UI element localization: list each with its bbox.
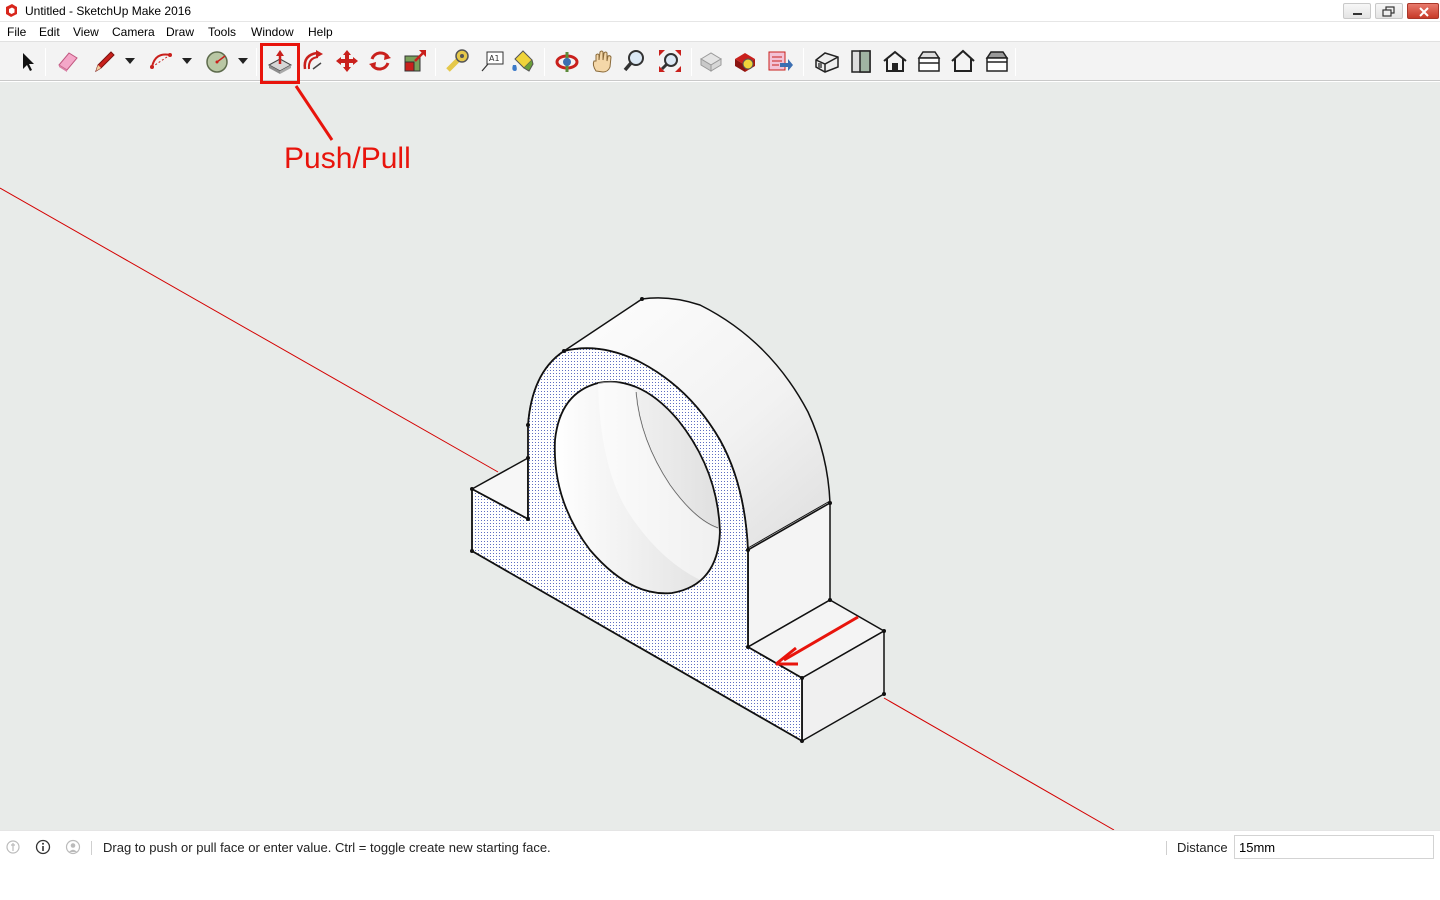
measurements-input[interactable] (1234, 835, 1434, 859)
maximize-button[interactable] (1375, 3, 1403, 19)
right-view-icon (917, 51, 941, 72)
user-icon[interactable] (65, 839, 81, 855)
toolbar-separator (45, 48, 46, 76)
zoom-extents-icon (659, 50, 681, 72)
minimize-button[interactable] (1343, 3, 1371, 19)
warehouse-icon (700, 52, 722, 72)
zoom-icon (623, 50, 644, 72)
large-toolset-toolbar: A1 (0, 41, 1440, 81)
back-view-button[interactable] (949, 47, 977, 75)
menu-bar: File Edit View Camera Draw Tools Window … (0, 22, 1440, 41)
push-pull-highlight (260, 43, 300, 84)
front-view-button[interactable] (847, 47, 875, 75)
right-view-button[interactable] (915, 47, 943, 75)
close-button[interactable] (1407, 3, 1439, 19)
menu-camera[interactable]: Camera (112, 25, 155, 39)
pan-icon (592, 50, 612, 73)
menu-help[interactable]: Help (308, 25, 333, 39)
front-view-icon (851, 50, 871, 73)
circle-icon (206, 51, 228, 73)
scale-icon (404, 50, 426, 72)
orbit-tool-button[interactable] (553, 47, 581, 75)
left-view-icon (985, 51, 1009, 72)
menu-view[interactable]: View (73, 25, 99, 39)
left-view-button[interactable] (983, 47, 1011, 75)
measurements-label: Distance (1177, 840, 1228, 855)
3d-warehouse-button[interactable] (697, 47, 725, 75)
paint-bucket-icon (512, 50, 534, 72)
info-icon[interactable] (35, 839, 51, 855)
send-to-layout-button[interactable] (766, 47, 794, 75)
text-tool-button[interactable]: A1 (478, 47, 506, 75)
rotate-icon (369, 51, 391, 71)
text-label-icon: A1 (481, 51, 504, 72)
tape-measure-tool-button[interactable] (443, 47, 471, 75)
arc-icon (150, 53, 172, 69)
annotation-leader-line (294, 85, 334, 141)
sketchup-window: Untitled - SketchUp Make 2016 File Edit … (0, 0, 1440, 900)
menu-window[interactable]: Window (251, 25, 294, 39)
arc-tool-button[interactable] (147, 47, 175, 75)
title-bar: Untitled - SketchUp Make 2016 (0, 0, 1440, 22)
follow-me-tool-button[interactable] (299, 47, 327, 75)
menu-draw[interactable]: Draw (166, 25, 194, 39)
eraser-icon (58, 52, 78, 72)
drawing-viewport[interactable] (0, 82, 1440, 830)
toolbar-separator (256, 48, 257, 76)
push-pull-annotation: Push/Pull (284, 142, 411, 175)
tape-measure-icon (446, 49, 469, 72)
extension-warehouse-icon (735, 53, 755, 72)
chevron-down-icon[interactable] (181, 56, 193, 66)
menu-file[interactable]: File (7, 25, 26, 39)
sketchup-logo-icon (6, 4, 17, 17)
send-to-layout-icon (768, 51, 793, 71)
status-message: Drag to push or pull face or enter value… (103, 840, 551, 855)
select-tool-button[interactable] (13, 47, 41, 75)
top-view-icon (883, 50, 907, 72)
red-axis (0, 187, 499, 473)
toolbar-separator (435, 48, 436, 76)
line-tool-button[interactable] (91, 47, 119, 75)
model-canvas (0, 85, 1115, 830)
pencil-icon (95, 51, 115, 73)
menu-edit[interactable]: Edit (39, 25, 60, 39)
status-bar: Drag to push or pull face or enter value… (0, 830, 1440, 864)
zoom-tool-button[interactable] (621, 47, 649, 75)
svg-text:A1: A1 (489, 54, 500, 63)
maximize-icon (1382, 6, 1395, 17)
geo-location-icon[interactable] (5, 839, 21, 855)
move-tool-button[interactable] (333, 47, 361, 75)
minimize-icon (1353, 13, 1362, 15)
iso-view-icon (815, 52, 839, 73)
chevron-down-icon[interactable] (237, 56, 249, 66)
select-arrow-icon (23, 53, 34, 71)
toolbar-separator (803, 48, 804, 76)
close-icon (1419, 7, 1429, 17)
extension-warehouse-button[interactable] (731, 47, 759, 75)
offset-icon (303, 50, 323, 70)
status-separator (1166, 841, 1167, 855)
status-separator (91, 841, 92, 855)
window-title: Untitled - SketchUp Make 2016 (25, 4, 192, 18)
window-bottom-margin (0, 864, 1440, 900)
top-view-button[interactable] (881, 47, 909, 75)
chevron-down-icon[interactable] (124, 56, 136, 66)
iso-view-button[interactable] (813, 47, 841, 75)
toolbar-separator (544, 48, 545, 76)
orbit-icon (555, 52, 579, 72)
toolbar-separator (1015, 48, 1016, 76)
toolbar-separator (691, 48, 692, 76)
scale-tool-button[interactable] (401, 47, 429, 75)
paint-bucket-tool-button[interactable] (509, 47, 537, 75)
circle-tool-button[interactable] (203, 47, 231, 75)
red-axis (883, 697, 1115, 830)
pan-tool-button[interactable] (588, 47, 616, 75)
back-view-icon (951, 49, 975, 72)
menu-tools[interactable]: Tools (208, 25, 236, 39)
zoom-extents-tool-button[interactable] (656, 47, 684, 75)
rotate-tool-button[interactable] (366, 47, 394, 75)
eraser-tool-button[interactable] (53, 47, 81, 75)
move-icon (336, 50, 358, 72)
